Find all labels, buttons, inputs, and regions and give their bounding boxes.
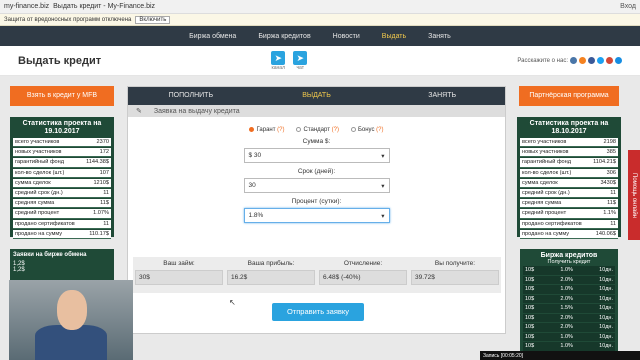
stat-row: продано сертификатов 11 bbox=[13, 219, 111, 229]
stat-row: гарантийный фонд 1144.38$ bbox=[13, 158, 111, 168]
telegram-icon: ➤ bbox=[271, 50, 286, 65]
percent-select[interactable]: 1.8% ▾ bbox=[243, 208, 390, 224]
ok-icon[interactable] bbox=[578, 57, 586, 64]
stat-row: продано сертификатов 11 bbox=[520, 219, 618, 229]
nav-borrow[interactable]: Занять bbox=[428, 33, 451, 40]
nav-exchange[interactable]: Биржа обмена bbox=[189, 33, 236, 40]
stat-row: кол-во сделок (шт.) 107 bbox=[13, 168, 111, 178]
calc-summary: Ваш займ: 30$ Ваша прибыль: 16.2$ Отчислен… bbox=[133, 257, 501, 293]
page-title: Выдать кредит bbox=[18, 54, 102, 67]
stat-row: сумма сделок 3430$ bbox=[520, 178, 618, 189]
tab-title[interactable]: Выдать кредит - My-Finance.biz bbox=[53, 3, 155, 10]
share-bar: Расскажите о нас: bbox=[517, 57, 622, 64]
credit-exchange: Биржа кредитов Получить кредит 10$ 1.0% 10… bbox=[520, 249, 618, 360]
sum-label: Сумма $: bbox=[302, 138, 331, 146]
webcam-overlay bbox=[9, 280, 133, 360]
credit-row[interactable]: 10$ 2.0% 10дн. bbox=[523, 275, 615, 284]
stat-row: продано на сумму 140.06$ bbox=[520, 229, 618, 240]
stat-row: средний процент 1.07% bbox=[13, 209, 111, 219]
tab-deposit[interactable]: ПОПОЛНИТЬ bbox=[128, 87, 254, 105]
stats-right: Статистика проекта на 18.10.2017 всего у… bbox=[517, 117, 621, 240]
stat-row: всего участников 2370 bbox=[13, 138, 111, 148]
top-nav: Биржа обмена Биржа кредитов Новости Выда… bbox=[0, 26, 640, 46]
credit-row[interactable]: 10$ 1.0% 10дн. bbox=[523, 332, 615, 341]
stat-row: средний срок (дн.) 11 bbox=[13, 189, 111, 199]
borrow-mfb-button[interactable]: Взять в кредит у MFB bbox=[10, 86, 114, 106]
credit-row[interactable]: 10$ 2.0% 10дн. bbox=[523, 313, 615, 322]
stat-row: средний срок (дн.) 11 bbox=[520, 189, 618, 199]
credit-row[interactable]: 10$ 1.5% 10дн. bbox=[523, 304, 615, 313]
stat-row: средняя сумма 11$ bbox=[13, 199, 111, 209]
telegram-channel[interactable]: ➤ канал bbox=[271, 50, 286, 71]
stats-left: Статистика проекта на 19.10.2017 всего у… bbox=[10, 117, 114, 240]
credit-row[interactable]: 10$ 1.0% 10дн. bbox=[523, 342, 615, 351]
gplus-icon[interactable] bbox=[605, 57, 613, 64]
login-link[interactable]: Вход bbox=[620, 3, 636, 10]
fee-field: 6.48$ (-40%) bbox=[319, 270, 407, 285]
stat-row: всего участников 2198 bbox=[520, 138, 618, 148]
mail-icon[interactable] bbox=[614, 57, 622, 64]
nav-give[interactable]: Выдать bbox=[382, 33, 406, 40]
taskbar: Запись [00:05:20] bbox=[480, 351, 640, 360]
credit-row[interactable]: 10$ 2.0% 10дн. bbox=[523, 294, 615, 303]
caret-down-icon: ▾ bbox=[381, 212, 385, 220]
stat-row: средний процент 1.1% bbox=[520, 209, 618, 219]
loan-form-panel: ПОПОЛНИТЬ ВЫДАТЬ ЗАНЯТЬ ✎ Заявка на выдач… bbox=[127, 86, 506, 334]
stat-row: сумма сделок 1210$ bbox=[13, 178, 111, 189]
stat-row: средняя сумма 11$ bbox=[520, 199, 618, 209]
credit-row[interactable]: 10$ 1.0% 10дн. bbox=[523, 285, 615, 294]
submit-button[interactable]: Отправить заявку bbox=[272, 303, 364, 321]
url[interactable]: my-finance.biz bbox=[4, 3, 49, 10]
security-bar: Защита от вредоносных программ отключена… bbox=[0, 14, 640, 26]
vk-icon[interactable] bbox=[569, 57, 577, 64]
caret-down-icon: ▾ bbox=[381, 152, 385, 160]
help-online-tab[interactable]: Помощь онлайн bbox=[628, 150, 640, 240]
term-label: Срок (дней): bbox=[297, 168, 336, 176]
radio-standard[interactable]: Стандарт (?) bbox=[296, 127, 339, 133]
loan-amount-field: 30$ bbox=[135, 270, 223, 285]
stat-row: гарантийный фонд 1104.21$ bbox=[520, 158, 618, 168]
tab-give[interactable]: ВЫДАТЬ bbox=[254, 87, 380, 105]
loan-type-radios: Гарант (?) Стандарт (?) Бонус (?) bbox=[128, 127, 505, 133]
profit-field: 16.2$ bbox=[227, 270, 315, 285]
radio-bonus[interactable]: Бонус (?) bbox=[350, 127, 384, 133]
stat-row: продано на сумму 110.17$ bbox=[13, 229, 111, 240]
stat-row: кол-во сделок (шт.) 306 bbox=[520, 168, 618, 178]
nav-news[interactable]: Новости bbox=[333, 33, 360, 40]
security-text: Защита от вредоносных программ отключена bbox=[4, 16, 132, 23]
mouse-cursor-icon: ↖ bbox=[229, 298, 236, 307]
receive-field: 39.72$ bbox=[411, 270, 499, 285]
telegram-icon: ➤ bbox=[293, 50, 308, 65]
credit-row[interactable]: 10$ 2.0% 10дн. bbox=[523, 323, 615, 332]
enable-button[interactable]: Включить bbox=[135, 15, 171, 24]
form-title: Заявка на выдачу кредита bbox=[153, 107, 240, 115]
sum-select[interactable]: $ 30 ▾ bbox=[243, 148, 390, 164]
page-header: Выдать кредит ➤ канал ➤ чат Расскажите о н… bbox=[0, 46, 640, 76]
browser-bar: my-finance.biz Выдать кредит - My-Financ… bbox=[0, 0, 640, 14]
radio-garant[interactable]: Гарант (?) bbox=[249, 127, 284, 133]
twitter-icon[interactable] bbox=[596, 57, 604, 64]
term-select[interactable]: 30 ▾ bbox=[243, 178, 390, 194]
tab-borrow[interactable]: ЗАНЯТЬ bbox=[379, 87, 505, 105]
nav-credits[interactable]: Биржа кредитов bbox=[258, 33, 310, 40]
stat-row: новых участников 172 bbox=[13, 148, 111, 158]
telegram-chat[interactable]: ➤ чат bbox=[293, 50, 308, 71]
pencil-icon: ✎ bbox=[136, 108, 142, 115]
caret-down-icon: ▾ bbox=[381, 182, 385, 190]
facebook-icon[interactable] bbox=[587, 57, 595, 64]
credit-row[interactable]: 10$ 1.0% 10дн. bbox=[523, 266, 615, 275]
partner-program-button[interactable]: Партнёрская программа bbox=[519, 86, 619, 106]
percent-label: Процент (сутки): bbox=[291, 198, 342, 206]
stat-row: новых участников 385 bbox=[520, 148, 618, 158]
